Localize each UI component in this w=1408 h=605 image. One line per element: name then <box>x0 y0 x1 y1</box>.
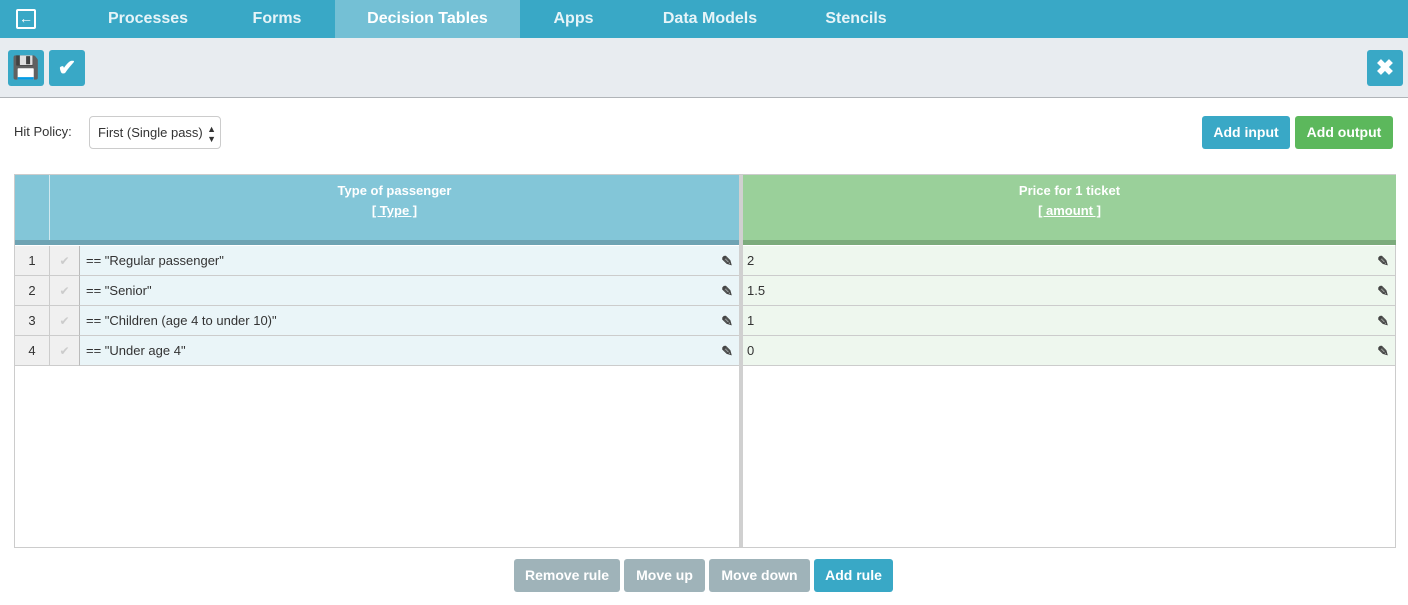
top-nav: ← Processes Forms Decision Tables Apps D… <box>0 0 1408 44</box>
check-icon: ✔ <box>50 246 80 276</box>
row-number: 1 <box>15 246 50 276</box>
output-title: Price for 1 ticket <box>1018 183 1121 198</box>
check-icon: ✔ <box>50 276 80 306</box>
edit-icon[interactable]: ✎ <box>721 306 733 336</box>
output-cell[interactable]: 1.5 ✎ <box>743 276 1395 306</box>
output-cell[interactable]: 0 ✎ <box>743 336 1395 366</box>
floppy-disk-icon: 💾 <box>12 55 40 80</box>
add-rule-button[interactable]: Add rule <box>814 559 893 592</box>
output-cell[interactable]: 1 ✎ <box>743 306 1395 336</box>
check-icon: ✔ <box>50 306 80 336</box>
row-number: 4 <box>15 336 50 366</box>
add-output-button[interactable]: Add output <box>1295 116 1393 149</box>
output-column-header[interactable]: Price for 1 ticket [ amount ] <box>743 175 1396 245</box>
output-value: 0 <box>747 343 755 358</box>
toolbar: 💾 ✔ ✖ <box>0 38 1408 98</box>
save-button[interactable]: 💾 <box>8 50 44 86</box>
checkmark-icon: ✔ <box>57 55 77 80</box>
input-cell[interactable]: == "Children (age 4 to under 10)" ✎ <box>80 306 739 336</box>
input-value: == "Children (age 4 to under 10)" <box>86 313 277 328</box>
row-number: 3 <box>15 306 50 336</box>
input-value: == "Regular passenger" <box>86 253 224 268</box>
edit-icon[interactable]: ✎ <box>721 276 733 306</box>
table-row[interactable]: 1 ✔ == "Regular passenger" ✎ 2 ✎ <box>15 246 1395 276</box>
input-cell[interactable]: == "Senior" ✎ <box>80 276 739 306</box>
edit-icon[interactable]: ✎ <box>1377 246 1389 276</box>
input-header-strip <box>15 240 739 245</box>
tab-forms[interactable]: Forms <box>240 0 314 38</box>
input-cell[interactable]: == "Regular passenger" ✎ <box>80 246 739 276</box>
tab-processes[interactable]: Processes <box>95 0 201 38</box>
close-button[interactable]: ✖ <box>1367 50 1403 86</box>
input-variable-link[interactable]: [ Type ] <box>50 203 739 218</box>
input-value: == "Under age 4" <box>86 343 186 358</box>
output-value: 1 <box>747 313 755 328</box>
tab-stencils[interactable]: Stencils <box>812 0 900 38</box>
edit-icon[interactable]: ✎ <box>1377 336 1389 366</box>
decision-table: Type of passenger [ Type ] Price for 1 t… <box>14 174 1396 548</box>
table-row[interactable]: 2 ✔ == "Senior" ✎ 1.5 ✎ <box>15 276 1395 306</box>
validate-button[interactable]: ✔ <box>49 50 85 86</box>
output-header-strip <box>743 240 1396 245</box>
move-down-button[interactable]: Move down <box>709 559 810 592</box>
tab-data-models[interactable]: Data Models <box>648 0 772 38</box>
table-row[interactable]: 4 ✔ == "Under age 4" ✎ 0 ✎ <box>15 336 1395 366</box>
edit-icon[interactable]: ✎ <box>1377 306 1389 336</box>
input-title: Type of passenger <box>337 183 452 198</box>
output-cell[interactable]: 2 ✎ <box>743 246 1395 276</box>
add-input-button[interactable]: Add input <box>1202 116 1290 149</box>
tab-decision-tables[interactable]: Decision Tables <box>335 0 520 44</box>
check-icon: ✔ <box>50 336 80 366</box>
hit-policy-select[interactable]: First (Single pass) ▲ ▼ <box>89 116 221 149</box>
output-value: 2 <box>747 253 755 268</box>
hit-policy-label: Hit Policy: <box>14 124 72 139</box>
edit-icon[interactable]: ✎ <box>721 336 733 366</box>
back-icon[interactable]: ← <box>16 9 36 29</box>
input-cell[interactable]: == "Under age 4" ✎ <box>80 336 739 366</box>
output-variable-link[interactable]: [ amount ] <box>743 203 1396 218</box>
close-x-icon: ✖ <box>1375 55 1395 80</box>
edit-icon[interactable]: ✎ <box>721 246 733 276</box>
remove-rule-button[interactable]: Remove rule <box>514 559 620 592</box>
output-value: 1.5 <box>747 283 766 298</box>
select-arrows-icon: ▲ ▼ <box>207 124 216 144</box>
table-row[interactable]: 3 ✔ == "Children (age 4 to under 10)" ✎ 1… <box>15 306 1395 336</box>
row-number: 2 <box>15 276 50 306</box>
edit-icon[interactable]: ✎ <box>1377 276 1389 306</box>
move-up-button[interactable]: Move up <box>624 559 705 592</box>
hit-policy-value: First (Single pass) <box>98 125 203 140</box>
header-number-column <box>15 175 50 245</box>
input-column-header[interactable]: Type of passenger [ Type ] <box>50 175 739 245</box>
tab-apps[interactable]: Apps <box>540 0 607 38</box>
input-value: == "Senior" <box>86 283 152 298</box>
